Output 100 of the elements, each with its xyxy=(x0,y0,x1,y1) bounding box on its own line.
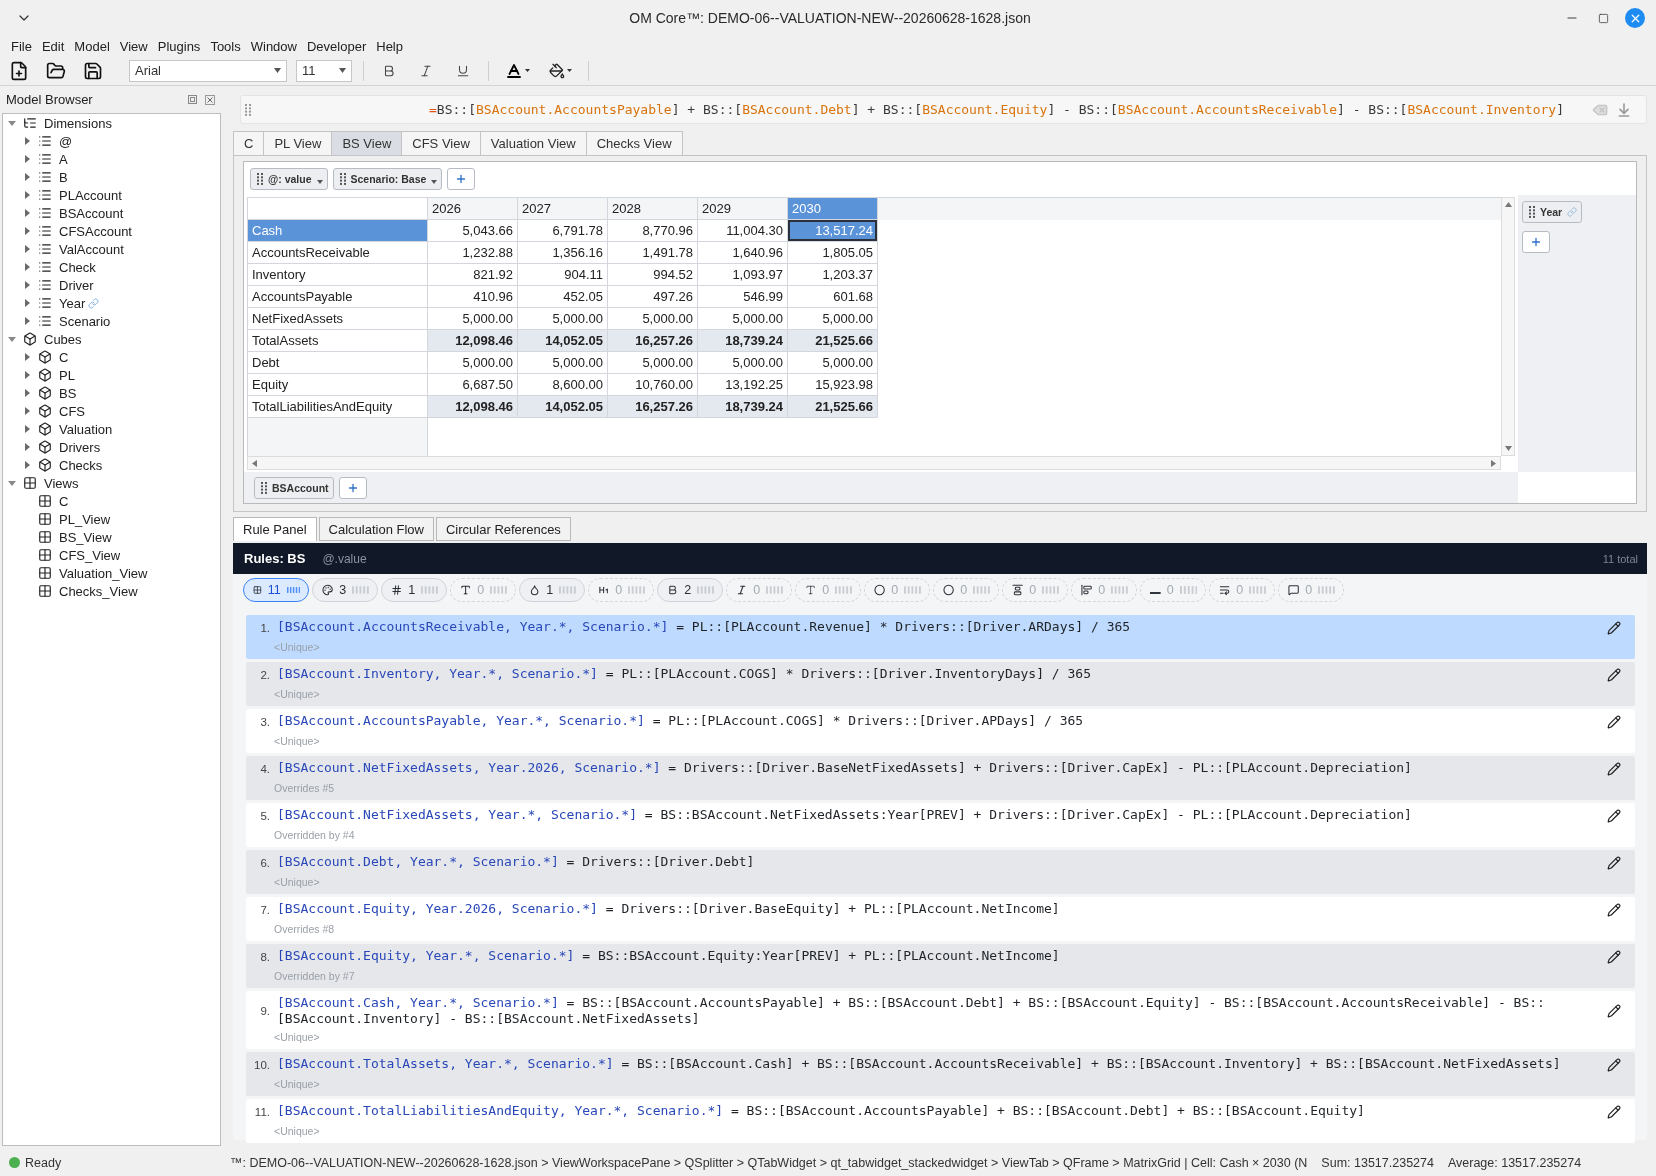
tree-item[interactable]: Scenario xyxy=(38,312,111,330)
menu-item[interactable]: Developer xyxy=(302,36,372,56)
table-cell[interactable]: 821.92 xyxy=(428,264,518,286)
axis-chip[interactable]: Year xyxy=(1522,201,1583,223)
table-cell[interactable]: 1,356.16 xyxy=(518,242,608,264)
font-size-select[interactable]: 11 xyxy=(296,59,352,82)
table-cell[interactable]: 5,000.00 xyxy=(608,308,698,330)
view-tab[interactable]: C xyxy=(233,131,265,155)
edit-button[interactable] xyxy=(1605,619,1623,637)
rule-row[interactable]: 4. [BSAccount.NetFixedAssets, Year.2026, Scenario.*] = Drivers::[Driver.BaseNetFixedAssets] + Drivers::[Driver.CapEx] - PL::[PLAccount.Depreciation] Overrides #5 xyxy=(246,756,1635,800)
panel-tab[interactable]: Rule Panel xyxy=(233,517,317,541)
grip-icon[interactable] xyxy=(257,172,263,185)
tree-item[interactable]: Year xyxy=(38,294,100,312)
panel-tab[interactable]: Circular References xyxy=(436,517,571,541)
horizontal-scrollbar[interactable] xyxy=(247,456,1501,470)
table-cell[interactable]: 5,000.00 xyxy=(518,352,608,374)
caret-right-icon[interactable] xyxy=(24,317,30,325)
table-cell[interactable]: 5,000.00 xyxy=(608,352,698,374)
caret-right-icon[interactable] xyxy=(24,371,30,379)
view-tab[interactable]: BS View xyxy=(331,131,403,155)
table-cell[interactable]: 12,098.46 xyxy=(428,396,518,418)
column-header[interactable]: 2027 xyxy=(518,198,608,220)
table-cell[interactable]: 1,203.37 xyxy=(788,264,878,286)
vertical-scrollbar[interactable] xyxy=(1501,197,1515,456)
tree-item[interactable]: B xyxy=(38,168,68,186)
arrow-up-icon[interactable] xyxy=(1504,202,1512,207)
edit-button[interactable] xyxy=(1605,713,1623,731)
arrow-down-icon[interactable] xyxy=(1504,446,1512,451)
caret-right-icon[interactable] xyxy=(24,407,30,415)
rule-row[interactable]: 10. [BSAccount.TotalAssets, Year.*, Scenario.*] = BS::[BSAccount.Cash] + BS::[BSAccount.AccountsReceivable] + BS::[BSAccount.Inventory] + BS::[BSAccount.NetFixedAssets] <Unique> xyxy=(246,1052,1635,1096)
table-cell[interactable]: 1,491.78 xyxy=(608,242,698,264)
filter-chip[interactable]: Scenario: Base xyxy=(332,167,443,190)
caret-right-icon[interactable] xyxy=(24,263,30,271)
tree-item[interactable]: Valuation_View xyxy=(38,564,148,582)
caret-right-icon[interactable] xyxy=(24,389,30,397)
view-tab[interactable]: CFS View xyxy=(401,131,481,155)
table-cell[interactable]: 14,052.05 xyxy=(518,396,608,418)
tree-item[interactable]: PL xyxy=(38,366,75,384)
close-button[interactable] xyxy=(1625,8,1645,28)
arrow-right-icon[interactable] xyxy=(1491,459,1496,467)
grip-icon[interactable] xyxy=(261,481,267,494)
caret-right-icon[interactable] xyxy=(24,299,30,307)
tree-item[interactable]: PL_View xyxy=(38,510,111,528)
row-header[interactable]: Inventory xyxy=(248,264,428,286)
rule-row[interactable]: 7. [BSAccount.Equity, Year.2026, Scenario.*] = Drivers::[Driver.BaseEquity] + PL::[PLAccount.NetIncome] Overrides #8 xyxy=(246,897,1635,941)
table-cell[interactable]: 5,000.00 xyxy=(428,308,518,330)
restore-icon[interactable] xyxy=(188,95,197,104)
table-cell[interactable]: 410.96 xyxy=(428,286,518,308)
tree-item[interactable]: Cubes xyxy=(23,330,82,348)
add-column-button[interactable] xyxy=(1522,231,1550,253)
edit-button[interactable] xyxy=(1605,948,1623,966)
caret-right-icon[interactable] xyxy=(24,443,30,451)
column-header[interactable]: 2028 xyxy=(608,198,698,220)
axis-chip[interactable]: BSAccount xyxy=(254,476,334,499)
edit-button[interactable] xyxy=(1605,1002,1623,1020)
view-tab[interactable]: Valuation View xyxy=(479,131,587,155)
table-cell[interactable]: 21,525.66 xyxy=(788,396,878,418)
table-cell[interactable]: 497.26 xyxy=(608,286,698,308)
table-cell[interactable]: 6,687.50 xyxy=(428,374,518,396)
tree-item[interactable]: Drivers xyxy=(38,438,101,456)
table-cell[interactable]: 14,052.05 xyxy=(518,330,608,352)
table-cell[interactable]: 5,000.00 xyxy=(698,308,788,330)
table-cell[interactable]: 8,600.00 xyxy=(518,374,608,396)
view-tab[interactable]: Checks View xyxy=(585,131,683,155)
table-cell[interactable]: 452.05 xyxy=(518,286,608,308)
filter-chip[interactable]: 1 xyxy=(519,578,585,602)
table-cell[interactable]: 546.99 xyxy=(698,286,788,308)
table-cell[interactable]: 11,004.30 xyxy=(698,220,788,242)
table-cell[interactable]: 5,000.00 xyxy=(788,308,878,330)
table-cell[interactable]: 18,739.24 xyxy=(698,396,788,418)
edit-button[interactable] xyxy=(1605,1056,1623,1074)
edit-button[interactable] xyxy=(1605,760,1623,778)
tree-item[interactable]: ValAccount xyxy=(38,240,124,258)
column-header[interactable]: 2026 xyxy=(428,198,518,220)
table-cell[interactable]: 5,000.00 xyxy=(788,352,878,374)
filter-chip[interactable]: @: value xyxy=(250,167,328,190)
table-cell[interactable]: 5,000.00 xyxy=(698,352,788,374)
caret-right-icon[interactable] xyxy=(24,137,30,145)
menu-item[interactable]: Tools xyxy=(205,36,246,56)
tree-item[interactable]: CFS xyxy=(38,402,85,420)
table-cell[interactable]: 12,098.46 xyxy=(428,330,518,352)
close-icon[interactable] xyxy=(205,94,215,105)
row-header[interactable]: NetFixedAssets xyxy=(248,308,428,330)
grip-icon[interactable] xyxy=(245,103,251,116)
caret-right-icon[interactable] xyxy=(24,281,30,289)
column-header[interactable]: 2029 xyxy=(698,198,788,220)
table-cell[interactable]: 994.52 xyxy=(608,264,698,286)
tree-item[interactable]: C xyxy=(38,348,69,366)
menu-item[interactable]: Window xyxy=(245,36,302,56)
table-cell[interactable]: 16,257.26 xyxy=(608,330,698,352)
row-header[interactable]: TotalAssets xyxy=(248,330,428,352)
edit-button[interactable] xyxy=(1605,901,1623,919)
table-cell[interactable]: 1,232.88 xyxy=(428,242,518,264)
rule-row[interactable]: 2. [BSAccount.Inventory, Year.*, Scenario.*] = PL::[PLAccount.COGS] * Drivers::[Driver.InventoryDays] / 365 <Unique> xyxy=(246,662,1635,706)
caret-right-icon[interactable] xyxy=(24,209,30,217)
edit-button[interactable] xyxy=(1605,666,1623,684)
tree-item[interactable]: Checks_View xyxy=(38,582,138,600)
caret-right-icon[interactable] xyxy=(24,353,30,361)
row-header[interactable]: Debt xyxy=(248,352,428,374)
menu-item[interactable]: View xyxy=(114,36,153,56)
